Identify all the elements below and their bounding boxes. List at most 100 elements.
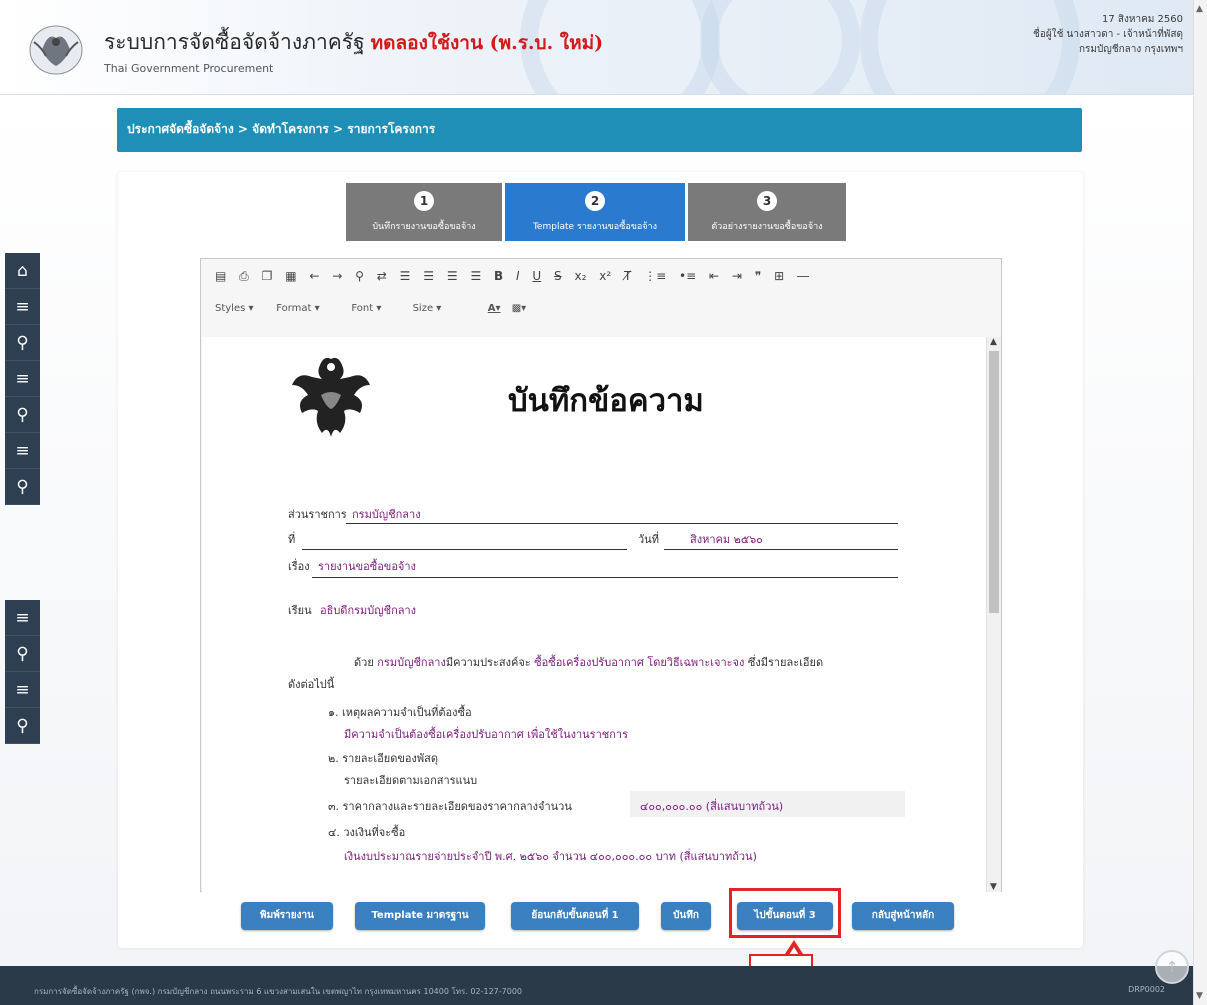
- user-info: 17 สิงหาคม 2560 ชื่อผู้ใช้ นางสาวดา - เจ…: [1033, 12, 1183, 57]
- menu-icon[interactable]: ≡: [5, 289, 40, 325]
- scroll-thumb[interactable]: [989, 351, 999, 613]
- italic-icon[interactable]: I: [516, 269, 520, 283]
- replace-icon[interactable]: ⇄: [377, 269, 387, 283]
- font-select[interactable]: Font ▾: [351, 303, 409, 314]
- horizontal-rule-icon[interactable]: ―: [797, 269, 809, 283]
- bold-icon[interactable]: B: [494, 269, 503, 283]
- garuda-emblem-icon: [292, 357, 370, 437]
- standard-template-button[interactable]: Template มาตรฐาน: [355, 902, 485, 930]
- outdent-icon[interactable]: ⇤: [709, 269, 719, 283]
- bullet-list-icon[interactable]: •≡: [679, 269, 696, 283]
- user-name[interactable]: ชื่อผู้ใช้ นางสาวดา - เจ้าหน้าที่พัสดุ: [1033, 27, 1183, 42]
- editor-format-bar: Styles ▾ Format ▾ Font ▾ Size ▾ A▾ ▩▾: [215, 303, 526, 323]
- document-scrollbar[interactable]: ▲ ▼: [986, 337, 1001, 892]
- page-code: DRP0002: [1128, 985, 1165, 994]
- numbered-list-icon[interactable]: ⋮≡: [644, 269, 666, 283]
- search-icon[interactable]: ⚲: [5, 708, 40, 744]
- search-icon[interactable]: ⚲: [5, 397, 40, 433]
- menu-icon[interactable]: ≡: [5, 433, 40, 469]
- step-number: 2: [585, 191, 605, 211]
- paste-icon[interactable]: ▦: [285, 269, 296, 283]
- source-icon[interactable]: ▤: [215, 269, 226, 283]
- find-icon[interactable]: ⚲: [355, 269, 364, 283]
- remove-format-icon[interactable]: T̸: [624, 269, 631, 283]
- size-select[interactable]: Size ▾: [413, 303, 485, 314]
- app-header: ระบบการจัดซื้อจัดจ้างภาครัฐ ทดลองใช้งาน (…: [0, 0, 1207, 95]
- side-nav-secondary: ≡ ⚲ ≡ ⚲: [5, 600, 40, 744]
- page-scrollbar[interactable]: ▲ ▼: [1193, 0, 1207, 1005]
- document-body[interactable]: บันทึกข้อความ ส่วนราชการ กรมบัญชีกลาง ที…: [202, 337, 986, 892]
- back-to-top-icon[interactable]: ↑: [1155, 950, 1189, 984]
- trial-badge: ทดลองใช้งาน (พ.ร.บ. ใหม่): [370, 32, 604, 54]
- table-icon[interactable]: ⊞: [774, 269, 784, 283]
- item-3-title: ๓. ราคากลางและรายละเอียดของราคากลางจำนวน: [328, 800, 572, 813]
- highlight-box: [729, 888, 841, 938]
- menu-icon[interactable]: ≡: [5, 600, 40, 636]
- garuda-logo-icon: [29, 25, 83, 75]
- scroll-down-icon[interactable]: ▼: [990, 882, 997, 892]
- item-1-title: ๑. เหตุผลความจำเป็นที่ต้องซื้อ: [328, 706, 472, 719]
- memo-title: บันทึกข้อความ: [508, 383, 704, 419]
- menu-icon[interactable]: ≡: [5, 361, 40, 397]
- subject-value: รายงานขอซื้อขอจ้าง: [318, 560, 416, 573]
- item-2-value: รายละเอียดตามเอกสารแนบ: [344, 774, 478, 787]
- scroll-up-icon[interactable]: ▲: [1196, 4, 1203, 14]
- underline: [312, 577, 898, 578]
- format-select[interactable]: Format ▾: [276, 303, 348, 314]
- search-icon[interactable]: ⚲: [5, 325, 40, 361]
- side-nav-primary: ⌂ ≡ ⚲ ≡ ⚲ ≡ ⚲: [5, 253, 40, 505]
- editor-toolbar: ▤ ⎙ ❐ ▦ ← → ⚲ ⇄ ☰ ☰ ☰ ☰ B I U S x₂ x² T̸…: [215, 269, 818, 289]
- step-number: 3: [757, 191, 777, 211]
- home-icon[interactable]: ⌂: [5, 253, 40, 289]
- step-3-tab[interactable]: 3 ตัวอย่างรายงานขอซื้อขอจ้าง: [688, 183, 846, 241]
- reference-label: ที่: [288, 533, 296, 546]
- step-label: ตัวอย่างรายงานขอซื้อขอจ้าง: [711, 222, 823, 232]
- print-report-button[interactable]: พิมพ์รายงาน: [241, 902, 333, 930]
- step-number: 1: [414, 191, 434, 211]
- underline: [302, 549, 627, 550]
- step-label: บันทึกรายงานขอซื้อขอจ้าง: [372, 222, 476, 232]
- subscript-icon[interactable]: x₂: [574, 269, 586, 283]
- align-right-icon[interactable]: ☰: [447, 269, 458, 283]
- strikethrough-icon[interactable]: S: [554, 269, 562, 283]
- system-title: ระบบการจัดซื้อจัดจ้างภาครัฐ ทดลองใช้งาน (…: [104, 30, 604, 54]
- print-icon[interactable]: ⎙: [239, 269, 249, 284]
- agency-label: ส่วนราชการ: [288, 508, 347, 521]
- scroll-down-icon[interactable]: ▼: [1196, 991, 1203, 1001]
- background-color-icon[interactable]: ▩▾: [512, 303, 526, 314]
- superscript-icon[interactable]: x²: [599, 269, 611, 283]
- rich-text-editor: ▤ ⎙ ❐ ▦ ← → ⚲ ⇄ ☰ ☰ ☰ ☰ B I U S x₂ x² T̸…: [200, 258, 1002, 892]
- blockquote-icon[interactable]: ❞: [755, 269, 761, 283]
- user-department: กรมบัญชีกลาง กรุงเทพฯ: [1078, 44, 1183, 55]
- save-button[interactable]: บันทึก: [661, 902, 711, 930]
- step-label: Template รายงานขอซื้อขอจ้าง: [532, 222, 658, 232]
- date-value: สิงหาคม ๒๕๖๐: [690, 533, 763, 546]
- align-left-icon[interactable]: ☰: [400, 269, 411, 283]
- item-1-value: มีความจำเป็นต้องซื้อเครื่องปรับอากาศ เพื…: [344, 728, 628, 741]
- indent-icon[interactable]: ⇥: [732, 269, 742, 283]
- styles-select[interactable]: Styles ▾: [215, 303, 273, 314]
- align-center-icon[interactable]: ☰: [423, 269, 434, 283]
- header-decoration: [700, 0, 860, 94]
- back-to-step-1-button[interactable]: ย้อนกลับขั้นตอนที่ 1: [511, 902, 639, 930]
- back-to-home-button[interactable]: กลับสู่หน้าหลัก: [852, 902, 954, 930]
- step-1-tab[interactable]: 1 บันทึกรายงานขอซื้อขอจ้าง: [346, 183, 502, 241]
- menu-icon[interactable]: ≡: [5, 672, 40, 708]
- search-icon[interactable]: ⚲: [5, 469, 40, 505]
- justify-icon[interactable]: ☰: [470, 269, 481, 283]
- intro-continuation: ดังต่อไปนี้: [288, 678, 335, 691]
- text-color-icon[interactable]: A▾: [488, 303, 501, 314]
- footer-address: กรมการจัดซื้อจัดจ้างภาครัฐ (กพจ.) กรมบัญ…: [34, 987, 522, 996]
- underline: [664, 549, 898, 550]
- copy-icon[interactable]: ❐: [262, 269, 273, 283]
- underline-icon[interactable]: U: [532, 269, 541, 283]
- underline: [346, 523, 898, 524]
- search-icon[interactable]: ⚲: [5, 636, 40, 672]
- undo-icon[interactable]: ←: [309, 269, 319, 283]
- scroll-up-icon[interactable]: ▲: [990, 337, 997, 347]
- redo-icon[interactable]: →: [332, 269, 342, 283]
- step-2-tab[interactable]: 2 Template รายงานขอซื้อขอจ้าง: [505, 183, 685, 241]
- item-4-value: เงินงบประมาณรายจ่ายประจำปี พ.ศ. ๒๕๖๐ จำน…: [344, 850, 757, 863]
- recipient-value: อธิบดีกรมบัญชีกลาง: [320, 604, 417, 617]
- subject-label: เรื่อง: [288, 560, 310, 573]
